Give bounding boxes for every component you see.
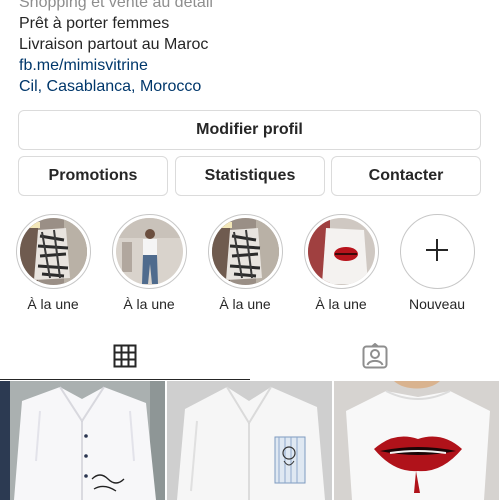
profile-bio: Shopping et vente au détail Prêt à porte… bbox=[19, 0, 489, 97]
tab-tagged[interactable] bbox=[250, 336, 500, 380]
highlight-label: À la une bbox=[27, 296, 79, 312]
highlight-label: Nouveau bbox=[408, 296, 466, 312]
highlight-item[interactable]: À la une bbox=[104, 214, 194, 313]
new-highlight-item[interactable]: Nouveau bbox=[392, 214, 482, 313]
jeans-outfit-photo bbox=[115, 218, 183, 285]
profile-location[interactable]: Cil, Casablanca, Morocco bbox=[19, 76, 489, 97]
highlight-ring bbox=[15, 214, 91, 289]
highlight-ring bbox=[111, 214, 187, 289]
bio-line: Prêt à porter femmes bbox=[19, 15, 170, 32]
zebra-top-photo bbox=[19, 218, 87, 285]
statistics-button[interactable]: Statistiques bbox=[175, 156, 325, 196]
post-thumbnail[interactable] bbox=[0, 381, 165, 500]
highlight-item[interactable]: À la une bbox=[8, 214, 98, 313]
highlight-ring bbox=[303, 214, 379, 289]
white-shirt-print-photo bbox=[0, 381, 165, 500]
edit-profile-button[interactable]: Modifier profil bbox=[18, 110, 481, 150]
white-shirt-pocket-photo bbox=[167, 381, 332, 500]
lips-shirt-photo bbox=[307, 218, 375, 285]
plus-icon bbox=[424, 236, 450, 268]
tagged-person-icon bbox=[362, 342, 388, 374]
profile-link[interactable]: fb.me/mimisvitrine bbox=[19, 55, 489, 76]
active-tab-indicator bbox=[0, 379, 250, 380]
contact-button[interactable]: Contacter bbox=[331, 156, 481, 196]
tab-posts-grid[interactable] bbox=[0, 336, 250, 380]
grid-icon bbox=[113, 344, 137, 373]
bio-line: Livraison partout au Maroc bbox=[19, 36, 209, 53]
promotions-button[interactable]: Promotions bbox=[18, 156, 168, 196]
post-thumbnail[interactable] bbox=[167, 381, 332, 500]
highlight-label: À la une bbox=[123, 296, 175, 312]
posts-grid bbox=[0, 381, 500, 500]
highlight-label: À la une bbox=[219, 296, 271, 312]
highlight-ring bbox=[399, 214, 475, 289]
story-highlights: À la une À la une À la une À la une Nouv… bbox=[0, 214, 500, 314]
white-top-lips-photo bbox=[334, 381, 499, 500]
highlight-label: À la une bbox=[315, 296, 367, 312]
profile-tabs bbox=[0, 336, 500, 380]
highlight-item[interactable]: À la une bbox=[200, 214, 290, 313]
zebra-top-photo bbox=[211, 218, 279, 285]
bio-category: Shopping et vente au détail bbox=[19, 0, 213, 11]
highlight-ring bbox=[207, 214, 283, 289]
highlight-item[interactable]: À la une bbox=[296, 214, 386, 313]
post-thumbnail[interactable] bbox=[334, 381, 499, 500]
